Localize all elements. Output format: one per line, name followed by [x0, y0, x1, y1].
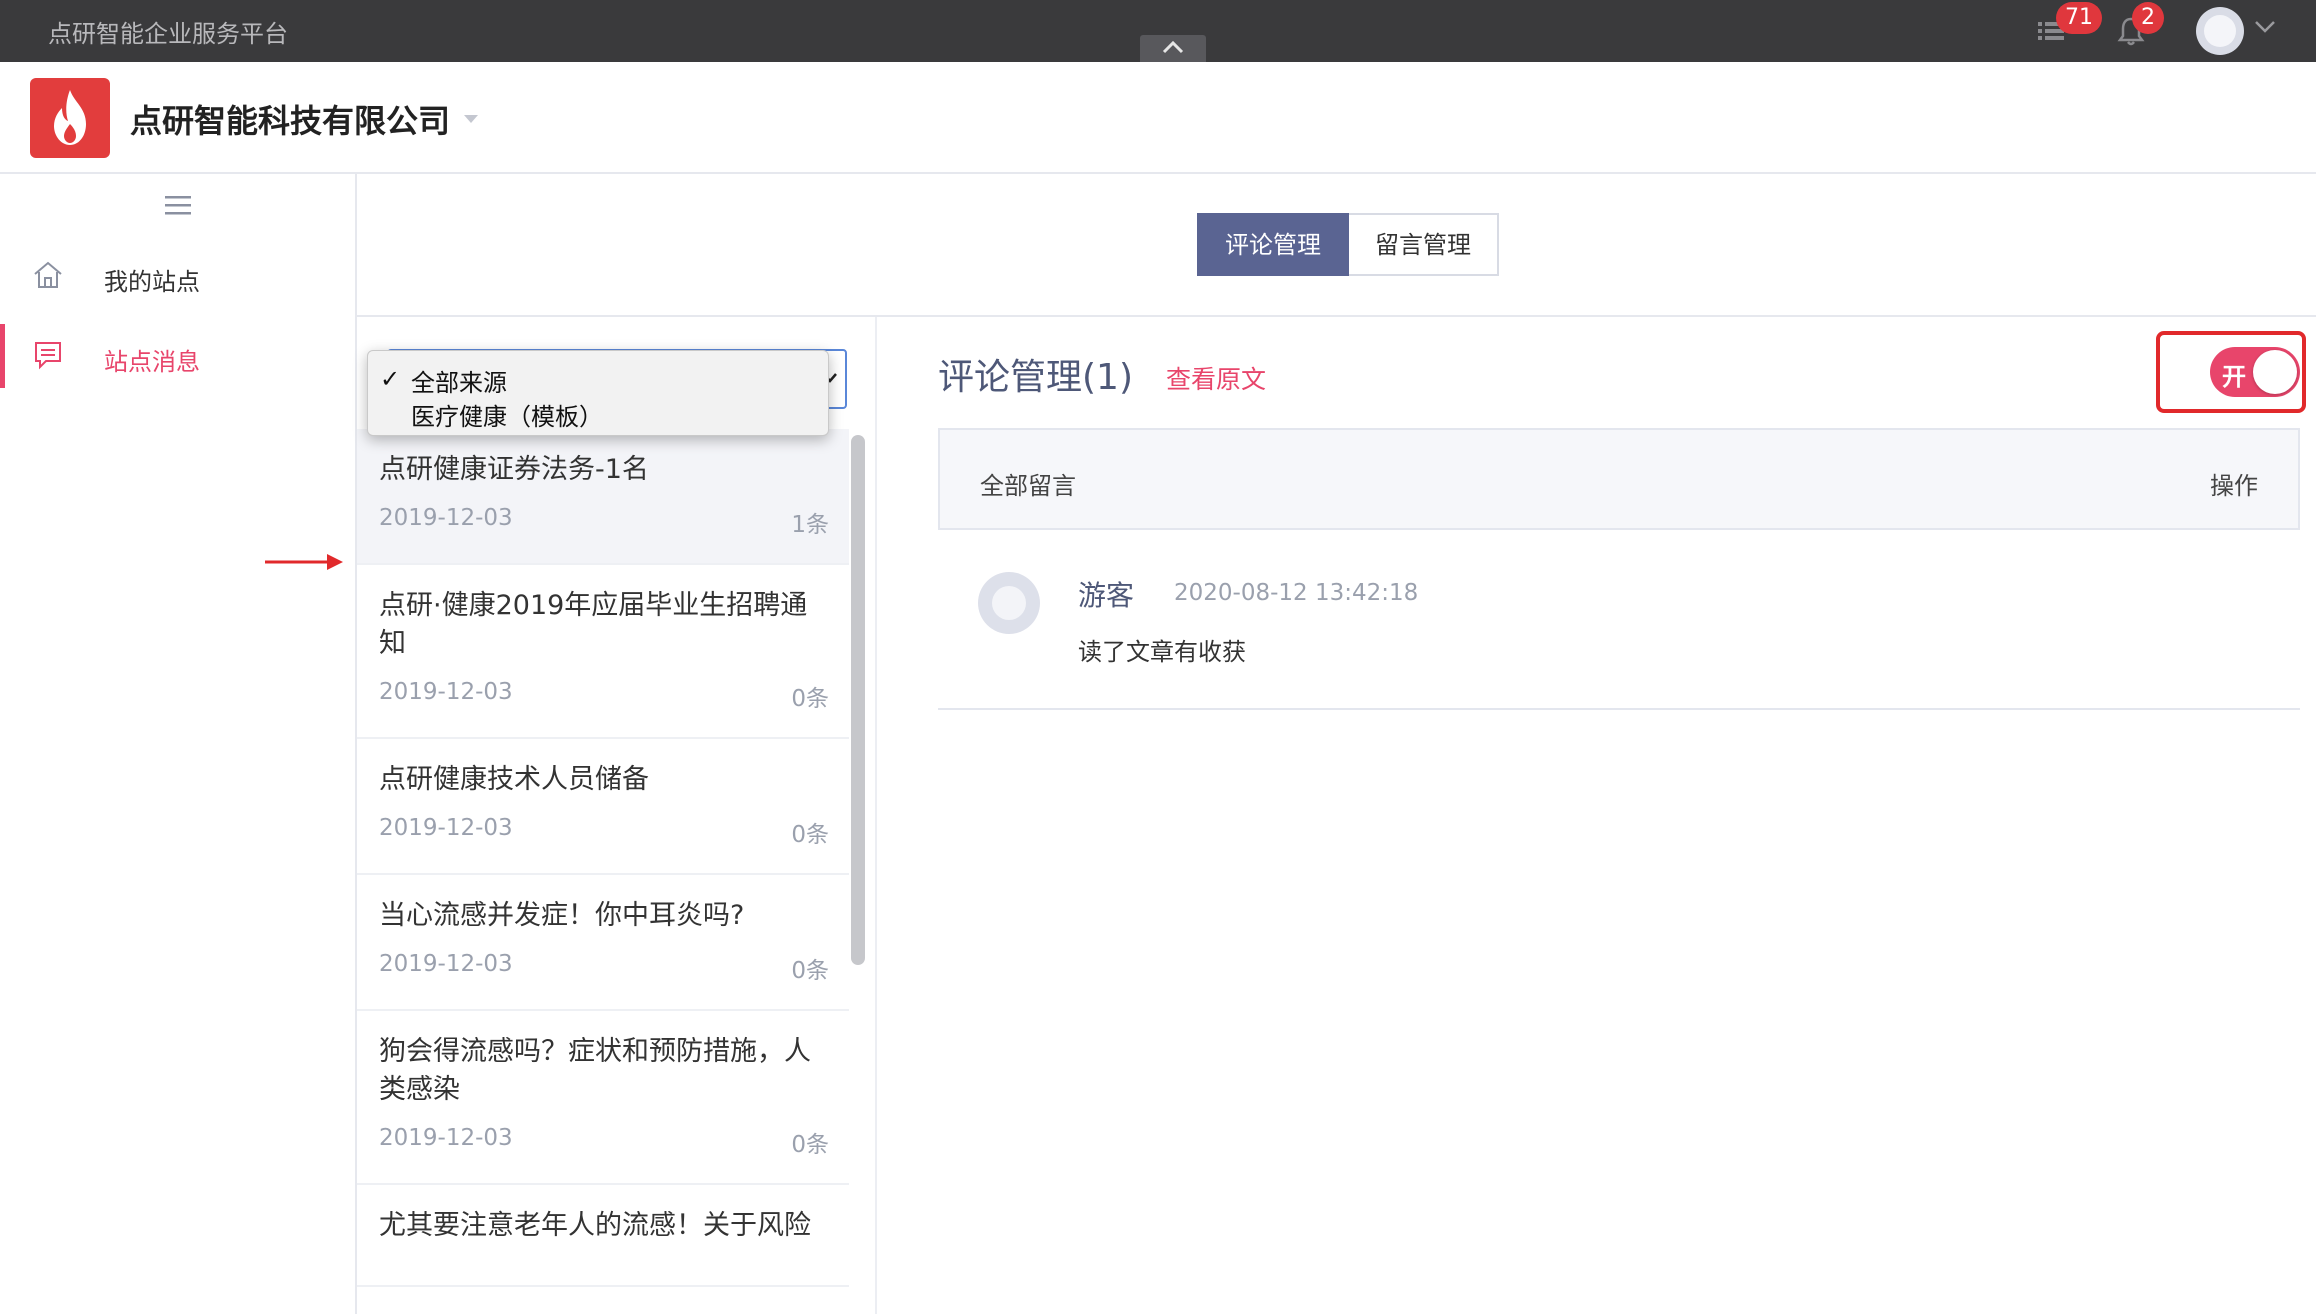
caret-down-icon[interactable]	[463, 114, 479, 124]
list-badge: 71	[2056, 2, 2102, 34]
view-original-link[interactable]: 查看原文	[1166, 360, 1266, 396]
article-title: 点研·健康2019年应届毕业生招聘通知	[379, 590, 808, 659]
comment-count: 0条	[791, 822, 829, 848]
message-icon	[35, 342, 61, 370]
article-title: 点研健康技术人员储备	[379, 764, 649, 795]
article-date: 2019-12-03	[379, 679, 513, 705]
dropdown-option-medical-health[interactable]: 医疗健康（模板）	[411, 397, 603, 432]
article-list-panel: 点研健康证券法务-1名 2019-12-03 1条 点研·健康2019年应届毕业生…	[357, 317, 877, 1314]
header-all-messages: 全部留言	[980, 472, 1076, 500]
comment-toggle[interactable]: 开	[2210, 347, 2300, 397]
list-item[interactable]: 狗会得流感吗？症状和预防措施，人类感染 2019-12-03 0条	[357, 1011, 849, 1185]
article-date: 2019-12-03	[379, 951, 513, 977]
notification-badge: 2	[2132, 2, 2164, 34]
comment-count: 0条	[791, 958, 829, 984]
sidebar: 我的站点 站点消息	[0, 174, 357, 1314]
flame-icon	[54, 90, 86, 145]
user-avatar[interactable]	[2196, 7, 2244, 55]
red-arrow-icon	[265, 554, 343, 570]
comment-time: 2020-08-12 13:42:18	[1174, 580, 1419, 606]
toggle-label: 开	[2222, 363, 2246, 391]
list-item[interactable]: 点研健康技术人员储备 2019-12-03 0条	[357, 739, 849, 875]
sidebar-item-site-messages[interactable]: 站点消息	[0, 324, 355, 388]
collapse-header-button[interactable]	[1140, 35, 1206, 62]
chevron-down-icon[interactable]	[2254, 20, 2276, 34]
dropdown-option-all-sources[interactable]: 全部来源	[411, 363, 507, 398]
menu-icon[interactable]	[165, 194, 191, 216]
home-icon	[34, 261, 62, 288]
article-title: 当心流感并发症！你中耳炎吗?	[379, 900, 745, 931]
list-item[interactable]: 点研·健康2019年应届毕业生招聘通知 2019-12-03 0条	[357, 565, 849, 739]
comment-count: 0条	[791, 686, 829, 712]
list-item[interactable]: 点研健康证券法务-1名 2019-12-03 1条	[357, 429, 849, 565]
article-date: 2019-12-03	[379, 815, 513, 841]
platform-title: 点研智能企业服务平台	[48, 20, 288, 48]
list-item[interactable]: 当心流感并发症！你中耳炎吗? 2019-12-03 0条	[357, 875, 849, 1011]
header-actions: 操作	[2210, 472, 2258, 500]
source-dropdown-menu: ✓ 全部来源 医疗健康（模板）	[367, 350, 829, 436]
company-logo	[30, 78, 110, 158]
comment-row: 游客 2020-08-12 13:42:18 读了文章有收获	[938, 530, 2300, 710]
sidebar-item-label: 站点消息	[104, 348, 200, 376]
comments-table-header: 全部留言 操作	[938, 428, 2300, 530]
article-date: 2019-12-03	[379, 505, 513, 531]
avatar	[978, 572, 1040, 634]
article-list: 点研健康证券法务-1名 2019-12-03 1条 点研·健康2019年应届毕业生…	[357, 429, 849, 1287]
tab-comment-management[interactable]: 评论管理	[1197, 213, 1349, 276]
toggle-knob	[2253, 350, 2297, 394]
tab-message-management[interactable]: 留言管理	[1349, 213, 1499, 276]
article-title: 点研健康证券法务-1名	[379, 454, 649, 485]
management-tabs: 评论管理 留言管理	[1197, 213, 1499, 276]
comments-title: 评论管理(1)	[938, 357, 1133, 398]
comment-text: 读了文章有收获	[1078, 638, 1246, 666]
article-title: 尤其要注意老年人的流感！关于风险	[379, 1210, 811, 1241]
chevron-up-icon	[1162, 40, 1184, 54]
list-scrollbar[interactable]	[851, 435, 865, 965]
comment-count: 0条	[791, 1132, 829, 1158]
company-name[interactable]: 点研智能科技有限公司	[130, 96, 450, 142]
sidebar-item-my-sites[interactable]: 我的站点	[0, 244, 355, 308]
top-bar: 点研智能企业服务平台 71 2	[0, 0, 2316, 62]
list-item[interactable]: 尤其要注意老年人的流感！关于风险	[357, 1185, 849, 1287]
company-header: 点研智能科技有限公司	[0, 62, 2316, 174]
article-title: 狗会得流感吗？症状和预防措施，人类感染	[379, 1036, 811, 1105]
comment-user: 游客	[1078, 579, 1135, 612]
comment-count: 1条	[791, 512, 829, 538]
sidebar-item-label: 我的站点	[104, 268, 200, 296]
article-date: 2019-12-03	[379, 1125, 513, 1151]
checkmark-icon: ✓	[380, 365, 401, 393]
